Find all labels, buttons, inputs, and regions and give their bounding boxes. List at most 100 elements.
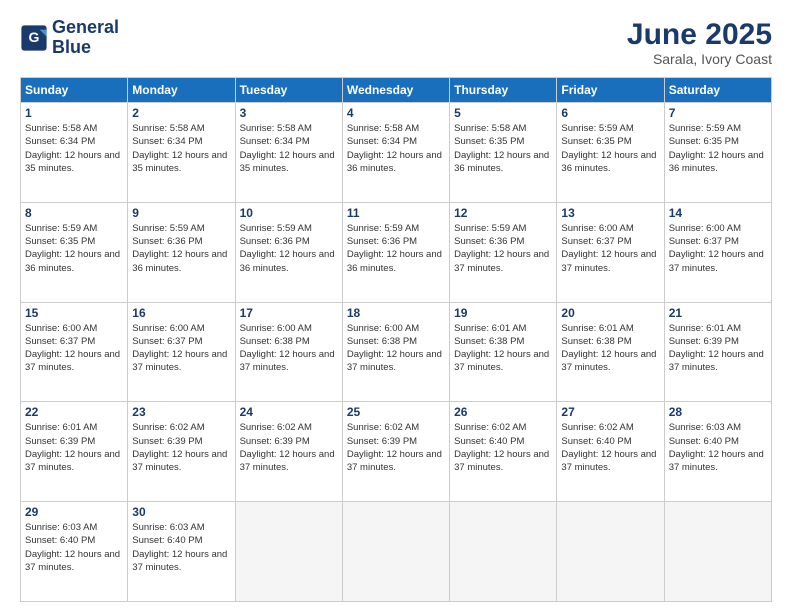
day-info: Sunrise: 5:58 AMSunset: 6:34 PMDaylight:…	[240, 122, 338, 175]
day-info: Sunrise: 6:03 AMSunset: 6:40 PMDaylight:…	[132, 521, 230, 574]
day-number: 22	[25, 405, 123, 419]
day-number: 18	[347, 306, 445, 320]
calendar-cell: 26 Sunrise: 6:02 AMSunset: 6:40 PMDaylig…	[450, 402, 557, 502]
day-info: Sunrise: 5:59 AMSunset: 6:35 PMDaylight:…	[25, 222, 123, 275]
calendar-cell: 14 Sunrise: 6:00 AMSunset: 6:37 PMDaylig…	[664, 202, 771, 302]
day-number: 5	[454, 106, 552, 120]
calendar-cell: 28 Sunrise: 6:03 AMSunset: 6:40 PMDaylig…	[664, 402, 771, 502]
day-info: Sunrise: 5:59 AMSunset: 6:35 PMDaylight:…	[669, 122, 767, 175]
calendar-cell: 2 Sunrise: 5:58 AMSunset: 6:34 PMDayligh…	[128, 103, 235, 203]
calendar-cell: 9 Sunrise: 5:59 AMSunset: 6:36 PMDayligh…	[128, 202, 235, 302]
day-number: 6	[561, 106, 659, 120]
calendar-cell	[557, 502, 664, 602]
day-info: Sunrise: 5:59 AMSunset: 6:36 PMDaylight:…	[347, 222, 445, 275]
calendar-subtitle: Sarala, Ivory Coast	[627, 51, 772, 67]
calendar-week-row: 29 Sunrise: 6:03 AMSunset: 6:40 PMDaylig…	[21, 502, 772, 602]
day-number: 16	[132, 306, 230, 320]
day-number: 17	[240, 306, 338, 320]
calendar-cell: 12 Sunrise: 5:59 AMSunset: 6:36 PMDaylig…	[450, 202, 557, 302]
day-number: 27	[561, 405, 659, 419]
day-number: 1	[25, 106, 123, 120]
calendar-cell: 10 Sunrise: 5:59 AMSunset: 6:36 PMDaylig…	[235, 202, 342, 302]
day-info: Sunrise: 6:00 AMSunset: 6:38 PMDaylight:…	[240, 322, 338, 375]
calendar-cell: 22 Sunrise: 6:01 AMSunset: 6:39 PMDaylig…	[21, 402, 128, 502]
calendar-cell: 30 Sunrise: 6:03 AMSunset: 6:40 PMDaylig…	[128, 502, 235, 602]
day-info: Sunrise: 6:01 AMSunset: 6:38 PMDaylight:…	[561, 322, 659, 375]
day-number: 26	[454, 405, 552, 419]
calendar-week-row: 1 Sunrise: 5:58 AMSunset: 6:34 PMDayligh…	[21, 103, 772, 203]
calendar-cell: 25 Sunrise: 6:02 AMSunset: 6:39 PMDaylig…	[342, 402, 449, 502]
calendar-cell: 11 Sunrise: 5:59 AMSunset: 6:36 PMDaylig…	[342, 202, 449, 302]
day-info: Sunrise: 5:58 AMSunset: 6:35 PMDaylight:…	[454, 122, 552, 175]
day-info: Sunrise: 5:58 AMSunset: 6:34 PMDaylight:…	[347, 122, 445, 175]
day-info: Sunrise: 5:59 AMSunset: 6:35 PMDaylight:…	[561, 122, 659, 175]
calendar-cell: 7 Sunrise: 5:59 AMSunset: 6:35 PMDayligh…	[664, 103, 771, 203]
day-number: 25	[347, 405, 445, 419]
calendar-cell: 20 Sunrise: 6:01 AMSunset: 6:38 PMDaylig…	[557, 302, 664, 402]
weekday-header: Monday	[128, 78, 235, 103]
calendar-cell: 18 Sunrise: 6:00 AMSunset: 6:38 PMDaylig…	[342, 302, 449, 402]
logo: G General Blue	[20, 18, 119, 58]
day-number: 11	[347, 206, 445, 220]
weekday-header: Thursday	[450, 78, 557, 103]
day-number: 30	[132, 505, 230, 519]
calendar-cell	[235, 502, 342, 602]
calendar-title: June 2025	[627, 18, 772, 51]
calendar-table: SundayMondayTuesdayWednesdayThursdayFrid…	[20, 77, 772, 602]
day-number: 9	[132, 206, 230, 220]
calendar-cell: 1 Sunrise: 5:58 AMSunset: 6:34 PMDayligh…	[21, 103, 128, 203]
title-block: June 2025 Sarala, Ivory Coast	[627, 18, 772, 67]
calendar-cell	[450, 502, 557, 602]
weekday-header: Wednesday	[342, 78, 449, 103]
weekday-header: Sunday	[21, 78, 128, 103]
day-info: Sunrise: 6:02 AMSunset: 6:39 PMDaylight:…	[240, 421, 338, 474]
calendar-header-row: SundayMondayTuesdayWednesdayThursdayFrid…	[21, 78, 772, 103]
calendar-cell: 21 Sunrise: 6:01 AMSunset: 6:39 PMDaylig…	[664, 302, 771, 402]
weekday-header: Friday	[557, 78, 664, 103]
day-info: Sunrise: 5:59 AMSunset: 6:36 PMDaylight:…	[240, 222, 338, 275]
day-info: Sunrise: 6:01 AMSunset: 6:39 PMDaylight:…	[669, 322, 767, 375]
calendar-week-row: 15 Sunrise: 6:00 AMSunset: 6:37 PMDaylig…	[21, 302, 772, 402]
weekday-header: Saturday	[664, 78, 771, 103]
day-number: 24	[240, 405, 338, 419]
calendar-week-row: 8 Sunrise: 5:59 AMSunset: 6:35 PMDayligh…	[21, 202, 772, 302]
day-info: Sunrise: 5:58 AMSunset: 6:34 PMDaylight:…	[25, 122, 123, 175]
day-number: 3	[240, 106, 338, 120]
day-info: Sunrise: 6:00 AMSunset: 6:37 PMDaylight:…	[132, 322, 230, 375]
calendar-cell	[664, 502, 771, 602]
calendar-cell: 6 Sunrise: 5:59 AMSunset: 6:35 PMDayligh…	[557, 103, 664, 203]
day-number: 15	[25, 306, 123, 320]
calendar-cell: 3 Sunrise: 5:58 AMSunset: 6:34 PMDayligh…	[235, 103, 342, 203]
day-info: Sunrise: 6:02 AMSunset: 6:40 PMDaylight:…	[561, 421, 659, 474]
day-info: Sunrise: 6:03 AMSunset: 6:40 PMDaylight:…	[25, 521, 123, 574]
day-info: Sunrise: 6:00 AMSunset: 6:37 PMDaylight:…	[25, 322, 123, 375]
calendar-cell: 27 Sunrise: 6:02 AMSunset: 6:40 PMDaylig…	[557, 402, 664, 502]
calendar-cell: 15 Sunrise: 6:00 AMSunset: 6:37 PMDaylig…	[21, 302, 128, 402]
day-number: 12	[454, 206, 552, 220]
logo-line2: Blue	[52, 38, 119, 58]
calendar-cell: 16 Sunrise: 6:00 AMSunset: 6:37 PMDaylig…	[128, 302, 235, 402]
day-info: Sunrise: 6:02 AMSunset: 6:39 PMDaylight:…	[347, 421, 445, 474]
svg-text:G: G	[29, 29, 40, 45]
day-info: Sunrise: 5:58 AMSunset: 6:34 PMDaylight:…	[132, 122, 230, 175]
calendar-cell: 8 Sunrise: 5:59 AMSunset: 6:35 PMDayligh…	[21, 202, 128, 302]
day-number: 19	[454, 306, 552, 320]
day-number: 28	[669, 405, 767, 419]
day-info: Sunrise: 5:59 AMSunset: 6:36 PMDaylight:…	[454, 222, 552, 275]
day-number: 8	[25, 206, 123, 220]
day-number: 14	[669, 206, 767, 220]
day-info: Sunrise: 6:01 AMSunset: 6:39 PMDaylight:…	[25, 421, 123, 474]
calendar-cell	[342, 502, 449, 602]
day-number: 29	[25, 505, 123, 519]
day-info: Sunrise: 6:02 AMSunset: 6:40 PMDaylight:…	[454, 421, 552, 474]
day-number: 20	[561, 306, 659, 320]
calendar-cell: 17 Sunrise: 6:00 AMSunset: 6:38 PMDaylig…	[235, 302, 342, 402]
day-info: Sunrise: 5:59 AMSunset: 6:36 PMDaylight:…	[132, 222, 230, 275]
day-number: 7	[669, 106, 767, 120]
calendar-cell: 24 Sunrise: 6:02 AMSunset: 6:39 PMDaylig…	[235, 402, 342, 502]
day-number: 2	[132, 106, 230, 120]
page: G General Blue June 2025 Sarala, Ivory C…	[0, 0, 792, 612]
calendar-week-row: 22 Sunrise: 6:01 AMSunset: 6:39 PMDaylig…	[21, 402, 772, 502]
day-number: 10	[240, 206, 338, 220]
calendar-cell: 4 Sunrise: 5:58 AMSunset: 6:34 PMDayligh…	[342, 103, 449, 203]
